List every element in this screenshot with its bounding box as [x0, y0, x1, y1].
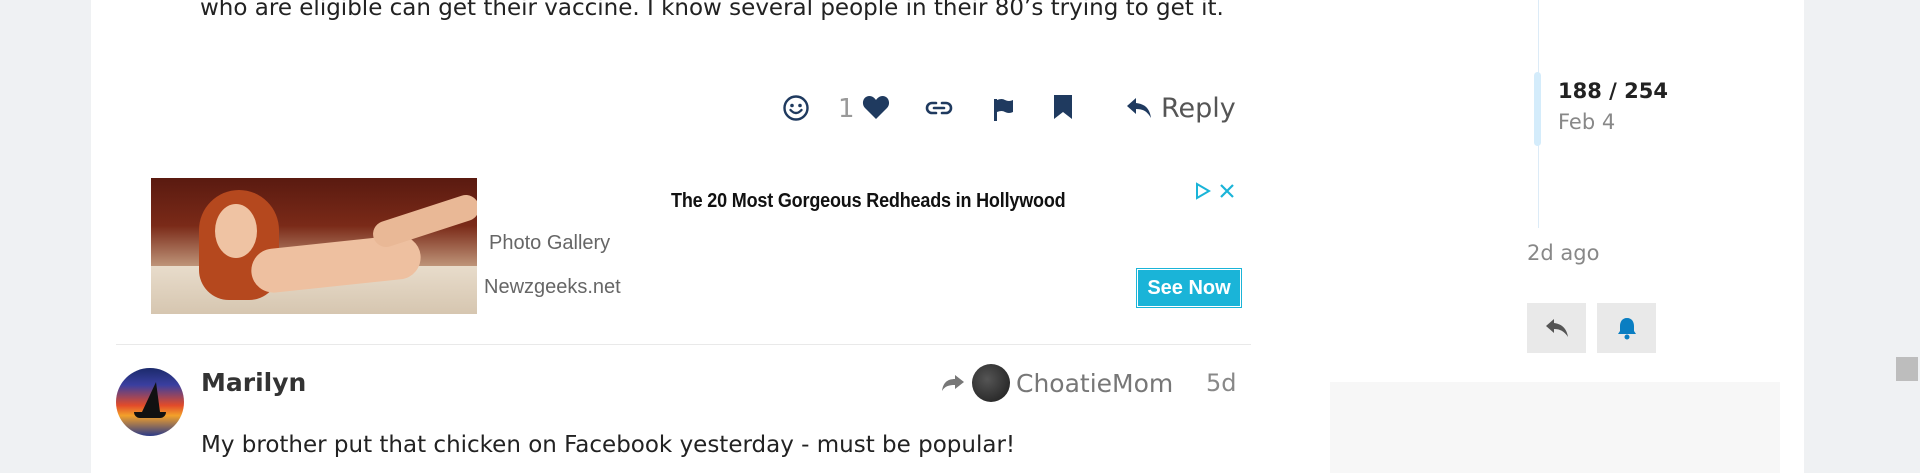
- timeline-handle[interactable]: [1534, 72, 1541, 146]
- heart-icon: [862, 96, 890, 119]
- flag-icon: [994, 99, 1013, 121]
- avatar[interactable]: [116, 368, 184, 436]
- reply-arrow-icon: [1127, 98, 1151, 118]
- timeline-reply-button[interactable]: [1527, 303, 1586, 353]
- previous-post-text: who are eligible can get their vaccine. …: [200, 0, 1224, 21]
- reply-button[interactable]: Reply: [1125, 90, 1236, 126]
- reply-to-avatar: [972, 364, 1010, 402]
- like-count[interactable]: 1: [838, 94, 855, 124]
- share-link-button[interactable]: [922, 93, 956, 123]
- bookmark-icon: [1054, 95, 1072, 119]
- page-scrollbar[interactable]: [1896, 357, 1918, 381]
- share-arrow-icon: [942, 375, 964, 391]
- reply-to-tab[interactable]: ChoatieMom: [940, 364, 1173, 402]
- post-divider: [116, 344, 1251, 345]
- ad-title[interactable]: The 20 Most Gorgeous Redheads in Hollywo…: [671, 190, 1066, 213]
- post-body: My brother put that chicken on Facebook …: [201, 432, 1016, 458]
- advertisement[interactable]: The 20 Most Gorgeous Redheads in Hollywo…: [151, 178, 1241, 314]
- timeline-last-activity[interactable]: 2d ago: [1527, 241, 1599, 265]
- ad-choices-icon[interactable]: [1194, 182, 1212, 200]
- timeline-date: Feb 4: [1558, 110, 1616, 134]
- notification-bell-button[interactable]: [1597, 303, 1656, 353]
- reply-to-username: ChoatieMom: [1016, 368, 1174, 398]
- emoji-reaction-button[interactable]: [780, 92, 812, 124]
- sidebar-panel: [1330, 382, 1780, 473]
- post-date[interactable]: 5d: [1206, 369, 1237, 397]
- reply-label: Reply: [1161, 92, 1236, 124]
- post-username[interactable]: Marilyn: [201, 368, 306, 397]
- flag-button[interactable]: [990, 95, 1016, 125]
- link-icon: [925, 101, 953, 115]
- smile-icon: [783, 95, 809, 121]
- ad-site: Newzgeeks.net: [484, 276, 621, 298]
- bookmark-button[interactable]: [1050, 92, 1076, 122]
- bell-icon: [1617, 318, 1636, 340]
- ad-close-icon[interactable]: [1218, 182, 1236, 200]
- like-button[interactable]: [860, 92, 892, 122]
- ad-subtitle: Photo Gallery: [489, 232, 611, 254]
- ad-image[interactable]: [151, 178, 477, 314]
- reply-arrow-icon: [1545, 319, 1568, 337]
- ad-choices[interactable]: [1194, 182, 1236, 200]
- timeline-position: 188 / 254: [1558, 79, 1668, 103]
- ad-see-now-button[interactable]: See Now: [1137, 269, 1241, 307]
